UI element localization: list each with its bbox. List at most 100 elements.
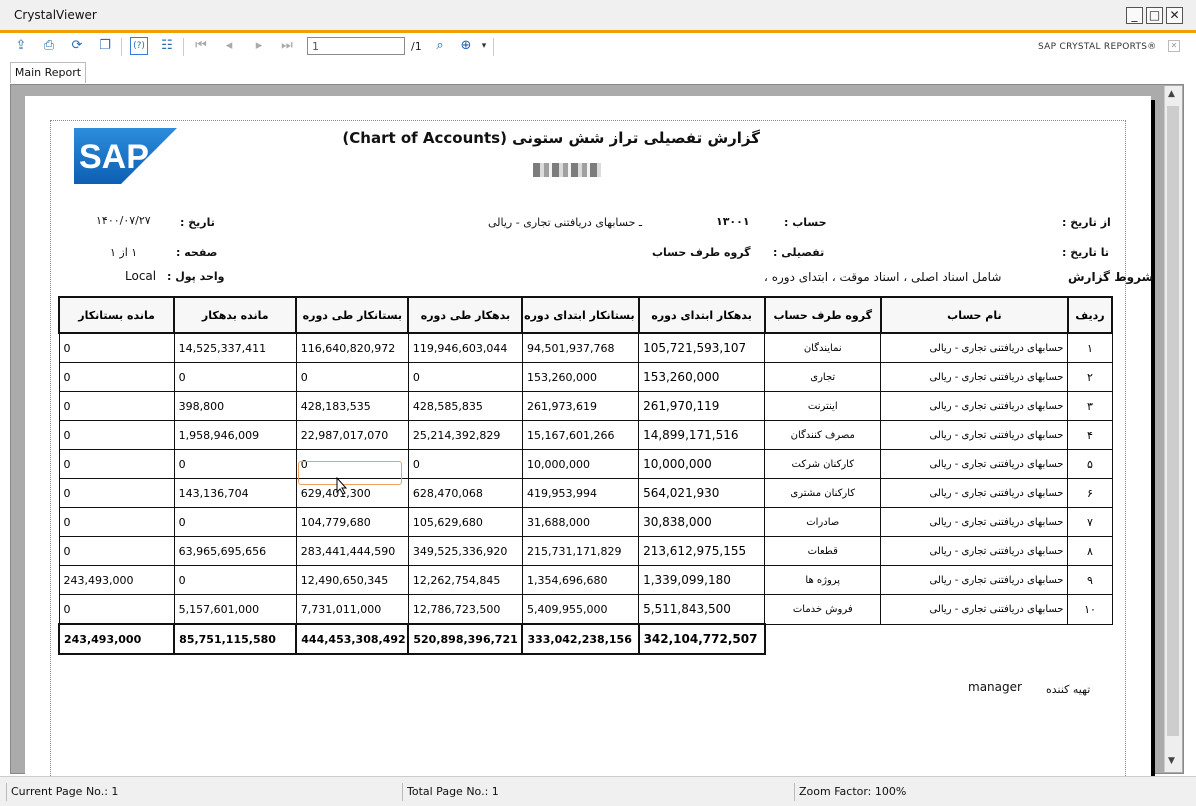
toolbar: ⇪ ⎙ ⟳ ❐ (?) ☷ ⏮ ◂ ▸ ⏭ ⌕ ⊕ ▾ bbox=[0, 33, 1196, 60]
column-header: بستانکار ابتدای دوره bbox=[521, 296, 640, 334]
table-cell: 14,899,171,516 bbox=[638, 420, 766, 450]
total-cell: 85,751,115,580 bbox=[173, 623, 298, 655]
table-cell: حسابهای دریافتنی تجاری - ریالی bbox=[880, 420, 1069, 450]
table-cell: 105,721,593,107 bbox=[638, 332, 766, 363]
scroll-up-icon[interactable]: ▲ bbox=[1168, 89, 1175, 99]
account-label: حساب : bbox=[784, 216, 827, 229]
table-cell: 564,021,930 bbox=[638, 478, 766, 508]
table-cell: حسابهای دریافتنی تجاری - ریالی bbox=[880, 536, 1069, 566]
selected-field-highlight bbox=[298, 461, 402, 485]
find-icon[interactable]: ⌕ bbox=[431, 37, 449, 55]
table-cell: 0 bbox=[173, 449, 297, 479]
last-page-icon[interactable]: ⏭ bbox=[278, 37, 296, 55]
refresh-icon[interactable]: ⟳ bbox=[68, 37, 86, 55]
table-cell: 0 bbox=[295, 362, 409, 392]
table-cell: 628,470,068 bbox=[407, 478, 523, 508]
report-title: گزارش تفصیلی تراز شش ستونی (Chart of Acc… bbox=[342, 129, 760, 147]
tab-main-report[interactable]: Main Report bbox=[10, 62, 86, 83]
table-cell: تجاری bbox=[764, 362, 882, 392]
copy-icon[interactable]: ❐ bbox=[96, 37, 114, 55]
column-header: مانده بدهکار bbox=[173, 296, 298, 334]
maximize-button[interactable]: □ bbox=[1146, 7, 1163, 24]
table-cell: 0 bbox=[58, 536, 175, 566]
toolbar-separator bbox=[121, 38, 122, 56]
scrollbar-thumb[interactable] bbox=[1167, 106, 1179, 736]
export-icon[interactable]: ⇪ bbox=[12, 37, 30, 55]
table-cell: 0 bbox=[58, 362, 175, 392]
column-header: گروه طرف حساب bbox=[763, 296, 882, 334]
total-cell: 520,898,396,721 bbox=[407, 623, 524, 655]
close-button[interactable]: ✕ bbox=[1166, 7, 1183, 24]
account-name: ـ حسابهای دریافتنی تجاری - ریالی bbox=[488, 216, 643, 229]
sap-logo: SAP bbox=[74, 128, 177, 184]
table-cell: 215,731,171,829 bbox=[521, 536, 640, 566]
page-number-input[interactable]: 1 bbox=[307, 37, 405, 55]
blurred-company-name bbox=[533, 163, 601, 177]
column-header: بستانکار طی دوره bbox=[295, 296, 410, 334]
table-cell: ۴ bbox=[1067, 420, 1113, 450]
table-cell: ۳ bbox=[1067, 391, 1113, 421]
table-cell: 25,214,392,829 bbox=[407, 420, 523, 450]
account-code: ۱۳۰۰۱ bbox=[716, 215, 750, 228]
table-cell: 0 bbox=[173, 565, 297, 595]
close-icon[interactable]: ✕ bbox=[1168, 40, 1180, 52]
next-page-icon[interactable]: ▸ bbox=[250, 37, 268, 55]
table-cell: حسابهای دریافتنی تجاری - ریالی bbox=[880, 332, 1069, 363]
table-cell: 5,157,601,000 bbox=[173, 594, 297, 625]
from-date-label: از تاریخ : bbox=[1062, 216, 1111, 229]
first-page-icon[interactable]: ⏮ bbox=[192, 37, 210, 55]
column-header: بدهکار ابتدای دوره bbox=[637, 296, 766, 334]
minimize-button[interactable]: _ bbox=[1126, 7, 1143, 24]
total-cell: 444,453,308,492 bbox=[295, 623, 410, 655]
table-row: ۴ حسابهای دریافتنی تجاری - ریالی مصرف کنند… bbox=[58, 420, 1113, 450]
parameters-icon[interactable]: (?) bbox=[130, 37, 148, 55]
table-cell: اینترنت bbox=[764, 391, 882, 421]
conditions-label: شروط گزارش bbox=[1068, 270, 1154, 284]
table-cell: 261,970,119 bbox=[638, 391, 766, 421]
table-cell: 1,339,099,180 bbox=[638, 565, 766, 595]
zoom-icon[interactable]: ⊕ bbox=[457, 37, 475, 55]
table-cell: حسابهای دریافتنی تجاری - ریالی bbox=[880, 478, 1069, 508]
currency-label: واحد پول : bbox=[167, 270, 225, 283]
table-cell: 94,501,937,768 bbox=[521, 332, 640, 363]
vertical-scrollbar[interactable]: ▲ ▼ bbox=[1164, 86, 1182, 772]
table-cell: کارکنان مشتری bbox=[764, 478, 882, 508]
prepared-by-value: manager bbox=[968, 680, 1022, 694]
table-header-row: ردیف نام حساب گروه طرف حساب بدهکار ابتدا… bbox=[57, 296, 1114, 334]
table-row: ۸ حسابهای دریافتنی تجاری - ریالی قطعات 213,… bbox=[58, 536, 1113, 566]
table-cell: ۹ bbox=[1067, 565, 1113, 595]
column-header: نام حساب bbox=[879, 296, 1069, 334]
previous-page-icon[interactable]: ◂ bbox=[220, 37, 238, 55]
table-cell: 22,987,017,070 bbox=[295, 420, 409, 450]
table-cell: 349,525,336,920 bbox=[407, 536, 523, 566]
group-tree-icon[interactable]: ☷ bbox=[158, 37, 176, 55]
table-cell: 153,260,000 bbox=[638, 362, 766, 392]
table-row: ۹ حسابهای دریافتنی تجاری - ریالی پروژه ها 1… bbox=[58, 565, 1113, 595]
table-cell: ۵ bbox=[1067, 449, 1113, 479]
table-cell: 0 bbox=[58, 449, 175, 479]
date-label: تاریخ : bbox=[180, 216, 215, 229]
table-cell: 0 bbox=[407, 449, 523, 479]
page-total: /1 bbox=[411, 40, 422, 53]
table-cell: 30,838,000 bbox=[638, 507, 766, 537]
table-cell: 12,786,723,500 bbox=[407, 594, 523, 625]
date-value: ۱۴۰۰/۰۷/۲۷ bbox=[96, 214, 151, 227]
zoom-dropdown-icon[interactable]: ▾ bbox=[475, 37, 493, 55]
balance-table: ردیف نام حساب گروه طرف حساب بدهکار ابتدا… bbox=[57, 296, 1114, 655]
table-cell: 12,262,754,845 bbox=[407, 565, 523, 595]
table-cell: صادرات bbox=[764, 507, 882, 537]
table-cell: حسابهای دریافتنی تجاری - ریالی bbox=[880, 362, 1069, 392]
table-cell: 1,958,946,009 bbox=[173, 420, 297, 450]
table-cell: نمایندگان bbox=[764, 332, 882, 363]
table-cell: 5,409,955,000 bbox=[521, 594, 640, 625]
currency-value: Local bbox=[125, 269, 157, 283]
column-header: ردیف bbox=[1066, 296, 1114, 334]
svg-text:SAP: SAP bbox=[79, 138, 149, 176]
table-cell: 398,800 bbox=[173, 391, 297, 421]
scroll-down-icon[interactable]: ▼ bbox=[1168, 756, 1175, 766]
table-row: ۷ حسابهای دریافتنی تجاری - ریالی صادرات 30,… bbox=[58, 507, 1113, 537]
table-cell: 116,640,820,972 bbox=[295, 332, 409, 363]
print-icon[interactable]: ⎙ bbox=[40, 37, 58, 55]
table-cell: 104,779,680 bbox=[295, 507, 409, 537]
status-bar: Current Page No.: 1 Total Page No.: 1 Zo… bbox=[0, 776, 1196, 806]
